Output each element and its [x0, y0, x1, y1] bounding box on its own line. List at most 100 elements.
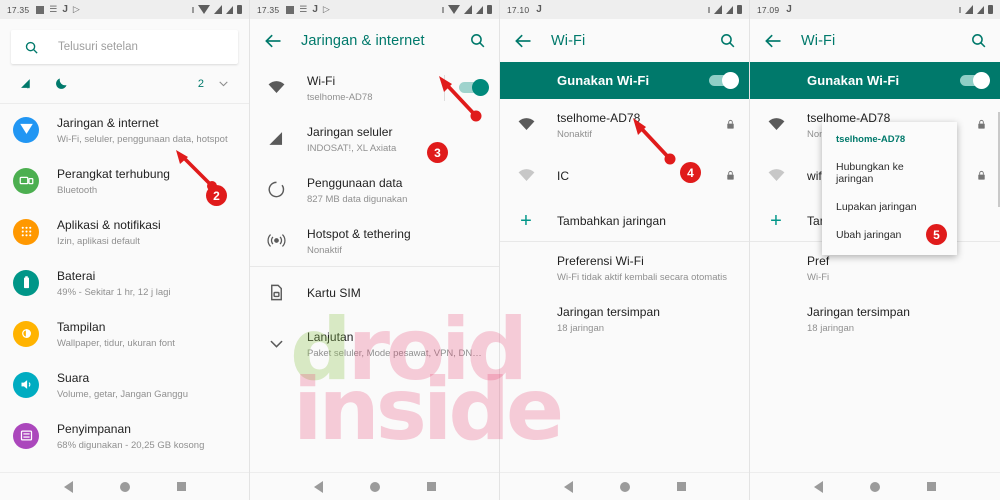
recents-nav-icon[interactable] — [177, 482, 187, 491]
use-wifi-toggle[interactable] — [709, 72, 739, 89]
list-item-sim-card[interactable]: Kartu SIM — [250, 267, 499, 318]
panel-wifi-context-menu: 17.09 J Wi-Fi Gunakan Wi-Fi tselhome-AD7… — [750, 0, 1000, 500]
navigation-bar — [750, 472, 1000, 500]
back-nav-icon[interactable] — [563, 480, 573, 493]
item-title: Hotspot & tethering — [307, 226, 411, 241]
j-icon: J — [62, 3, 68, 15]
battery-icon — [988, 5, 993, 14]
page-title: Jaringan & internet — [301, 32, 425, 49]
saved-networks-row[interactable]: Jaringan tersimpan 18 jaringan — [750, 293, 1000, 344]
signal-icon — [214, 5, 222, 14]
item-subtitle: Nonaktif — [307, 244, 342, 256]
dot-icon — [959, 6, 961, 13]
back-arrow-icon[interactable] — [763, 31, 783, 51]
status-time: 17.35 — [7, 4, 30, 15]
app-bar: Wi-Fi — [500, 19, 749, 62]
back-arrow-icon[interactable] — [263, 31, 283, 51]
menu-item-forget[interactable]: Lupakan jaringan — [822, 193, 957, 221]
signal-off-icon[interactable]: x — [19, 77, 34, 90]
item-title: Tampilan — [57, 319, 106, 334]
item-subtitle: 18 jaringan — [557, 322, 605, 334]
signal-sim-icon — [726, 5, 733, 14]
signal-sim-icon — [977, 5, 984, 14]
sidebar-item-apps[interactable]: Aplikasi & notifikasi Izin, aplikasi def… — [0, 206, 249, 257]
banner-label: Gunakan Wi-Fi — [557, 73, 650, 88]
j-icon: J — [786, 3, 792, 15]
status-right-icons — [959, 5, 993, 14]
status-right-icons — [192, 5, 242, 14]
home-nav-icon[interactable] — [119, 481, 130, 492]
home-nav-icon[interactable] — [619, 481, 630, 492]
status-time: 17.35 — [257, 4, 280, 15]
saved-networks-row[interactable]: Jaringan tersimpan 18 jaringan — [500, 293, 749, 344]
lock-icon — [725, 118, 736, 131]
wifi-preferences-row[interactable]: Preferensi Wi-Fi Wi-Fi tidak aktif kemba… — [500, 242, 749, 293]
chevron-down-icon[interactable] — [217, 77, 230, 90]
apps-icon — [13, 218, 39, 245]
status-right-icons — [708, 5, 742, 14]
home-nav-icon[interactable] — [869, 481, 880, 492]
item-subtitle: INDOSAT!, XL Axiata — [307, 142, 397, 154]
recents-nav-icon[interactable] — [677, 482, 687, 491]
add-network-row[interactable]: + Tambahkan jaringan — [500, 201, 749, 241]
signal-icon — [464, 5, 472, 14]
display-icon — [13, 320, 39, 347]
sidebar-item-battery[interactable]: Baterai 49% - Sekitar 1 hr, 12 j lagi — [0, 257, 249, 308]
item-subtitle: Wi-Fi — [807, 271, 830, 283]
item-title: Suara — [57, 370, 90, 385]
status-right-icons — [442, 5, 492, 14]
sidebar-item-sound[interactable]: Suara Volume, getar, Jangan Ganggu — [0, 359, 249, 410]
sidebar-item-display[interactable]: Tampilan Wallpaper, tidur, ukuran font — [0, 308, 249, 359]
square-icon — [36, 5, 45, 14]
list-item-hotspot[interactable]: Hotspot & tethering Nonaktif — [250, 215, 499, 266]
back-nav-icon[interactable] — [813, 480, 823, 493]
item-title: Aplikasi & notifikasi — [57, 217, 161, 232]
network-icon — [13, 116, 39, 143]
recents-nav-icon[interactable] — [927, 482, 937, 491]
square-icon — [286, 5, 295, 14]
dot-icon — [192, 6, 194, 13]
sidebar-item-storage[interactable]: Penyimpanan 68% digunakan - 20,25 GB kos… — [0, 410, 249, 461]
item-subtitle: 49% - Sekitar 1 hr, 12 j lagi — [57, 286, 171, 298]
banner-label: Gunakan Wi-Fi — [807, 73, 900, 88]
navigation-bar — [0, 472, 249, 500]
moon-icon[interactable] — [54, 76, 69, 91]
status-left-icons: ☰ J ▷ — [286, 3, 330, 15]
panel-settings-home: 17.35 ☰ J ▷ Telusuri setelan x 2 Jaringa… — [0, 0, 250, 500]
status-bar: 17.09 J — [750, 0, 1000, 19]
status-time: 17.10 — [507, 4, 530, 15]
home-nav-icon[interactable] — [369, 481, 380, 492]
list-item-advanced[interactable]: Lanjutan Paket seluler, Mode pesawat, VP… — [250, 318, 499, 369]
data-usage-icon — [263, 177, 289, 203]
list-item-data-usage[interactable]: Penggunaan data 827 MB data digunakan — [250, 164, 499, 215]
plus-icon: + — [520, 210, 532, 232]
search-icon[interactable] — [469, 32, 486, 49]
quick-settings-count: 2 — [197, 77, 204, 90]
use-wifi-toggle[interactable] — [960, 72, 990, 89]
battery-icon — [487, 5, 492, 14]
hotspot-icon — [263, 228, 289, 254]
wifi-icon — [263, 75, 289, 101]
j-icon: J — [312, 3, 318, 15]
marker-badge-3: 3 — [427, 142, 448, 163]
use-wifi-banner[interactable]: Gunakan Wi-Fi — [500, 62, 749, 99]
battery-icon — [13, 269, 39, 296]
status-bar: 17.10 J — [500, 0, 749, 19]
item-subtitle: 68% digunakan - 20,25 GB kosong — [57, 439, 205, 451]
storage-icon — [13, 422, 39, 449]
wifi-icon — [763, 112, 789, 138]
back-nav-icon[interactable] — [63, 480, 73, 493]
use-wifi-banner[interactable]: Gunakan Wi-Fi — [750, 62, 1000, 99]
play-icon: ▷ — [322, 4, 330, 14]
search-icon[interactable] — [719, 32, 736, 49]
message-icon: ☰ — [299, 4, 308, 14]
back-nav-icon[interactable] — [313, 480, 323, 493]
recents-nav-icon[interactable] — [427, 482, 437, 491]
dot-icon — [442, 6, 444, 13]
search-input[interactable]: Telusuri setelan — [11, 30, 238, 64]
navigation-bar — [250, 472, 499, 500]
back-arrow-icon[interactable] — [513, 31, 533, 51]
search-icon[interactable] — [970, 32, 987, 49]
menu-item-connect[interactable]: Hubungkan ke jaringan — [822, 153, 957, 193]
marker-badge-4: 4 — [680, 162, 701, 183]
